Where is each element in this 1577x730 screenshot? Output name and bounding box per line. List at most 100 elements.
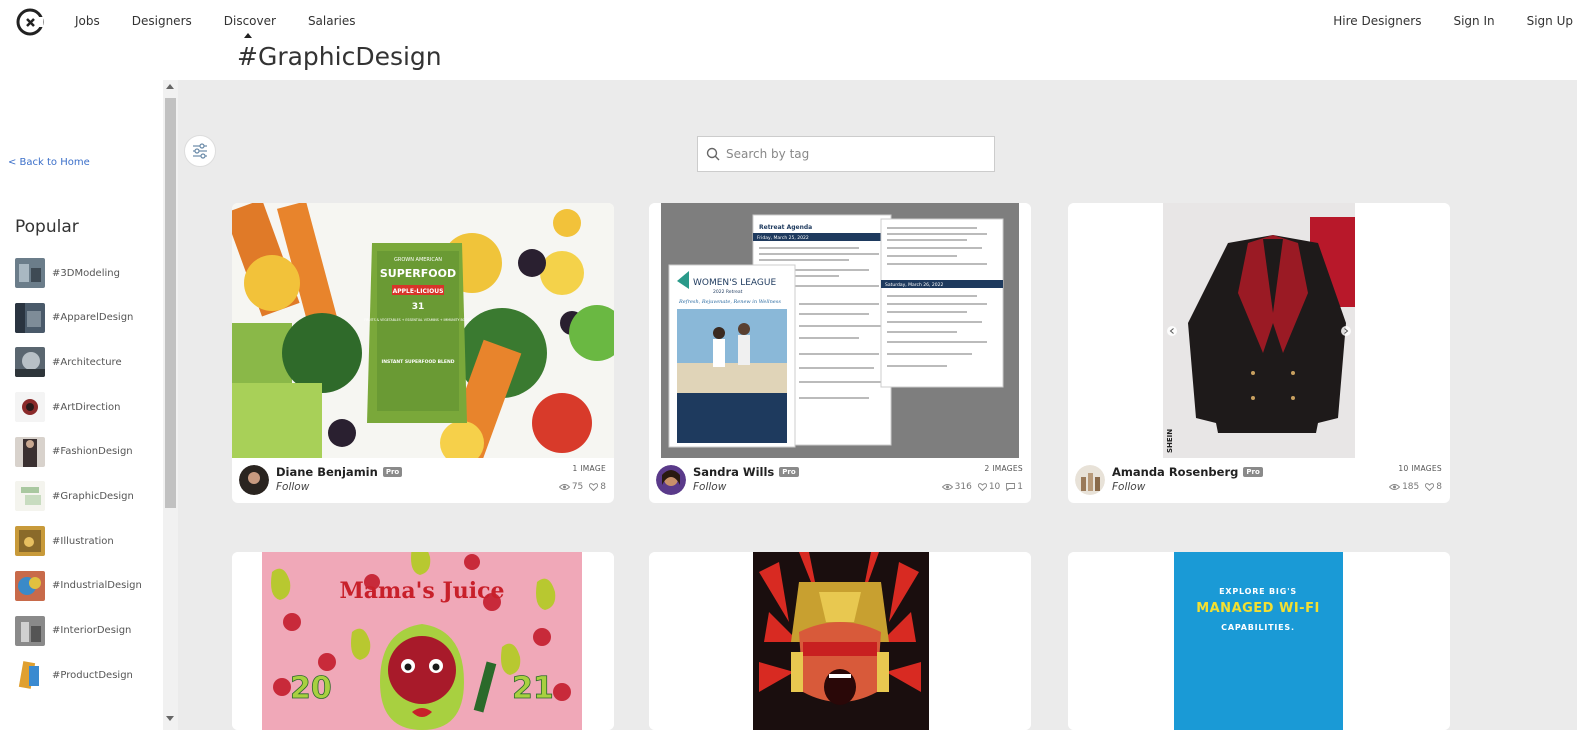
project-card[interactable]: Mama's Juice 20 21 — [232, 552, 614, 730]
juice-year-right: 21 — [512, 671, 554, 706]
tag-thumbnail — [15, 302, 45, 333]
card-footer: Sandra Wills Pro Follow 2 IMAGES 316 10 … — [649, 458, 1031, 503]
tag-label: #IndustrialDesign — [52, 580, 142, 592]
likes-stat[interactable]: 8 — [589, 482, 606, 492]
project-card[interactable] — [649, 552, 1031, 730]
project-card[interactable]: SHEIN Amanda Rosenberg Pro Follow 10 IMA… — [1068, 203, 1450, 503]
tag-label: #3DModeling — [52, 267, 120, 279]
tag-label: #InteriorDesign — [52, 625, 132, 636]
page-title: #GraphicDesign — [237, 42, 442, 71]
next-slide-icon[interactable] — [1341, 326, 1351, 336]
shein-watermark: SHEIN — [1166, 429, 1174, 453]
search-input[interactable] — [726, 147, 976, 161]
project-image[interactable]: Mama's Juice 20 21 — [232, 552, 614, 730]
sign-in-link[interactable]: Sign In — [1453, 14, 1494, 28]
wifi-line2: MANAGED WI-FI — [1196, 601, 1320, 616]
back-to-home-link[interactable]: < Back to Home — [8, 157, 90, 168]
author-name[interactable]: Amanda Rosenberg — [1112, 465, 1238, 479]
agenda-day1: Friday, March 25, 2022 — [757, 235, 809, 241]
likes-count: 10 — [988, 482, 1001, 492]
project-image[interactable]: GROWN AMERICAN SUPERFOOD APPLE-LICIOUS 3… — [232, 203, 614, 458]
author-row: Amanda Rosenberg Pro — [1112, 465, 1263, 479]
tag-item-architecture[interactable]: #Architecture — [15, 347, 142, 378]
tag-thumbnail — [15, 615, 45, 646]
project-card[interactable]: Retreat Agenda Friday, March 25, 2022 Sa… — [649, 203, 1031, 503]
project-image[interactable]: Retreat Agenda Friday, March 25, 2022 Sa… — [649, 203, 1031, 458]
prev-slide-icon[interactable] — [1167, 326, 1177, 336]
tag-item-industrialdesign[interactable]: #IndustrialDesign — [15, 570, 142, 601]
card-stats: 185 8 — [1383, 482, 1442, 492]
juice-title: Mama's Juice — [339, 578, 504, 604]
eye-icon — [1389, 484, 1401, 490]
likes-stat[interactable]: 10 — [977, 482, 1001, 492]
tag-item-appareldesign[interactable]: #ApparelDesign — [15, 302, 142, 333]
nav-designers[interactable]: Designers — [132, 14, 192, 28]
author-name[interactable]: Sandra Wills — [693, 465, 774, 479]
scroll-up-arrow-icon[interactable] — [166, 84, 174, 89]
tag-item-interiordesign[interactable]: #InteriorDesign — [15, 615, 142, 646]
scroll-thumb[interactable] — [165, 98, 176, 508]
comments-count: 1 — [1017, 482, 1023, 492]
views-count: 75 — [571, 482, 584, 492]
author-name[interactable]: Diane Benjamin — [276, 465, 378, 479]
main-content: GROWN AMERICAN SUPERFOOD APPLE-LICIOUS 3… — [178, 80, 1577, 730]
tag-label: #Architecture — [52, 356, 122, 368]
logo-icon[interactable] — [15, 7, 45, 37]
heart-icon — [1425, 483, 1435, 491]
wifi-line3: CAPABILITIES. — [1221, 623, 1295, 632]
follow-link[interactable]: Follow — [693, 481, 726, 493]
search-icon — [706, 147, 720, 161]
top-navbar: Jobs Designers Discover Salaries Hire De… — [0, 0, 1577, 44]
views-count: 316 — [954, 482, 972, 492]
project-card[interactable]: GROWN AMERICAN SUPERFOOD APPLE-LICIOUS 3… — [232, 203, 614, 503]
nav-jobs[interactable]: Jobs — [75, 14, 100, 28]
author-row: Sandra Wills Pro — [693, 465, 799, 479]
sign-up-link[interactable]: Sign Up — [1527, 14, 1573, 28]
filter-button[interactable] — [184, 135, 216, 167]
avatar[interactable] — [656, 465, 686, 495]
tag-search-box — [697, 136, 995, 172]
follow-link[interactable]: Follow — [276, 481, 309, 493]
sidebar-scrollbar[interactable] — [163, 80, 178, 730]
views-count: 185 — [1402, 482, 1420, 492]
scroll-down-arrow-icon[interactable] — [166, 716, 174, 721]
comment-icon — [1006, 483, 1016, 491]
nav-salaries[interactable]: Salaries — [308, 14, 356, 28]
views-stat: 316 — [941, 482, 972, 492]
tag-label: #GraphicDesign — [52, 490, 134, 502]
league-title: WOMEN'S LEAGUE — [693, 278, 776, 288]
tag-label: #FashionDesign — [52, 446, 133, 458]
tag-label: #ApparelDesign — [52, 312, 134, 324]
image-count: 1 IMAGE — [572, 464, 606, 473]
superfood-desc: FRUITS & VEGETABLES + ESSENTIAL VITAMINS… — [364, 318, 471, 322]
project-card[interactable]: EXPLORE BIG'S MANAGED WI-FI CAPABILITIES… — [1068, 552, 1450, 730]
tag-thumbnail — [15, 392, 45, 423]
primary-nav: Jobs Designers Discover Salaries — [75, 14, 388, 38]
tag-item-productdesign[interactable]: #ProductDesign — [15, 660, 142, 691]
likes-stat[interactable]: 8 — [1425, 482, 1442, 492]
tag-item-3dmodeling[interactable]: #3DModeling — [15, 258, 142, 288]
follow-link[interactable]: Follow — [1112, 481, 1145, 493]
tag-thumbnail — [15, 436, 45, 467]
project-image[interactable]: SHEIN — [1068, 203, 1450, 458]
wifi-line1: EXPLORE BIG'S — [1219, 587, 1297, 596]
tag-item-artdirection[interactable]: #ArtDirection — [15, 392, 142, 423]
nav-discover[interactable]: Discover — [224, 14, 276, 38]
agenda-day2: Saturday, March 26, 2022 — [885, 282, 943, 288]
tag-item-fashiondesign[interactable]: #FashionDesign — [15, 436, 142, 467]
project-image[interactable] — [649, 552, 1031, 730]
superfood-brand: GROWN AMERICAN — [394, 257, 442, 263]
avatar[interactable] — [239, 465, 269, 495]
superfood-instant: INSTANT SUPERFOOD BLEND — [382, 359, 455, 365]
card-footer: Amanda Rosenberg Pro Follow 10 IMAGES 18… — [1068, 458, 1450, 503]
pro-badge: Pro — [382, 467, 403, 477]
comments-stat[interactable]: 1 — [1006, 482, 1023, 492]
heart-icon — [589, 483, 599, 491]
avatar[interactable] — [1075, 465, 1105, 495]
likes-count: 8 — [1436, 482, 1442, 492]
tag-label: #Illustration — [52, 535, 114, 547]
tag-item-illustration[interactable]: #Illustration — [15, 526, 142, 557]
project-image[interactable]: EXPLORE BIG'S MANAGED WI-FI CAPABILITIES… — [1068, 552, 1450, 730]
tag-item-graphicdesign[interactable]: #GraphicDesign — [15, 481, 142, 512]
hire-designers-link[interactable]: Hire Designers — [1333, 14, 1421, 28]
